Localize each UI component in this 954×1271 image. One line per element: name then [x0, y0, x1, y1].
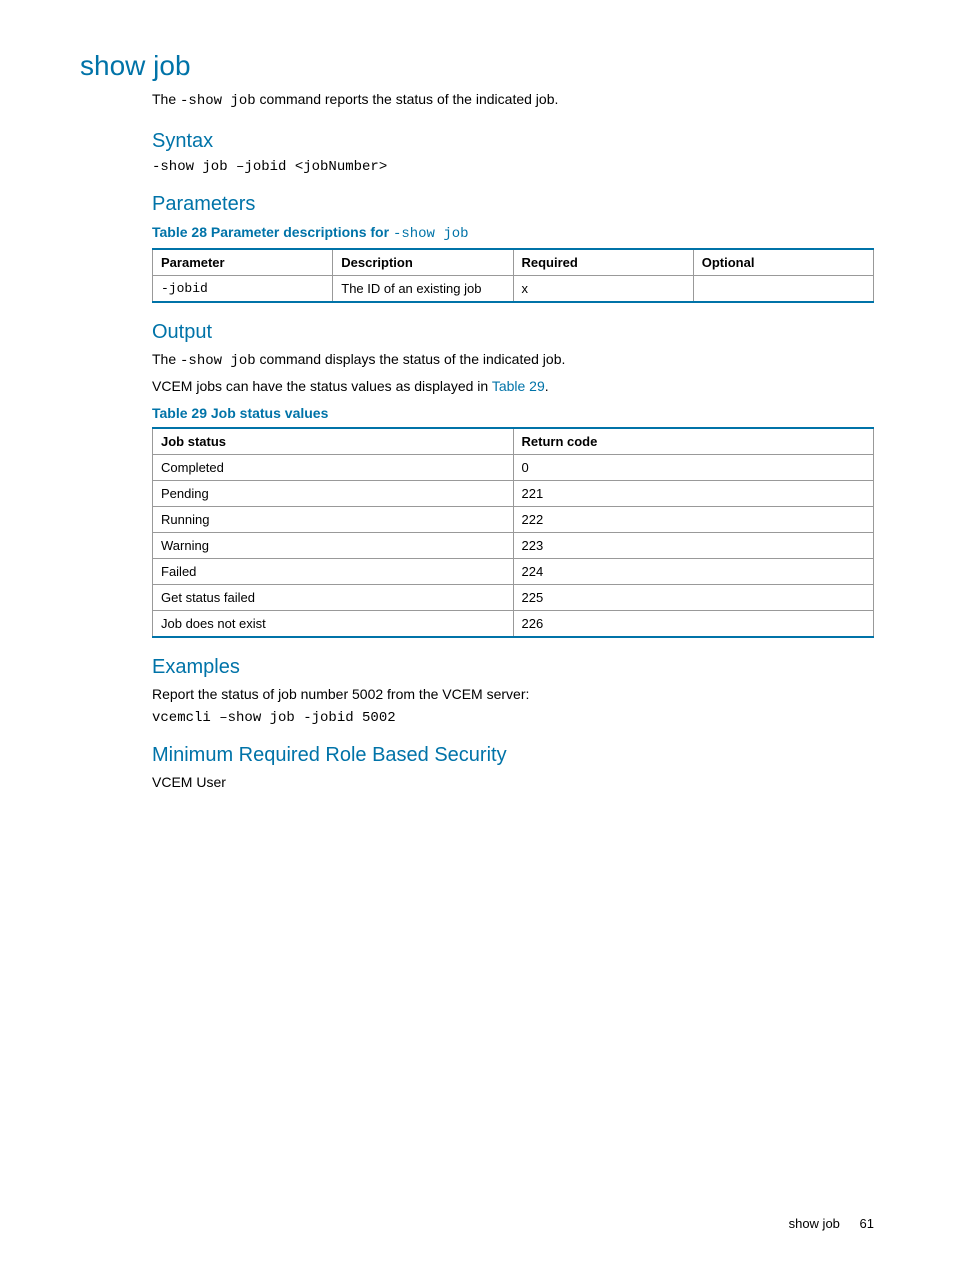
parameters-table: Parameter Description Required Optional …	[152, 248, 874, 303]
cell-req: x	[513, 275, 693, 302]
table-row: Warning 223	[153, 532, 874, 558]
cell-status: Job does not exist	[153, 610, 514, 637]
table28-title-lead: Table 28 Parameter descriptions for	[152, 224, 393, 240]
table-row: Completed 0	[153, 454, 874, 480]
output-line2-link[interactable]: Table 29	[492, 378, 545, 394]
syntax-heading: Syntax	[152, 130, 874, 153]
table-row: Pending 221	[153, 480, 874, 506]
table28-title: Table 28 Parameter descriptions for -sho…	[152, 224, 874, 242]
examples-line: Report the status of job number 5002 fro…	[152, 685, 874, 705]
table-header-row: Job status Return code	[153, 428, 874, 455]
intro-paragraph: The -show job command reports the status…	[152, 90, 874, 112]
output-line2-post: .	[545, 378, 549, 394]
cell-status: Warning	[153, 532, 514, 558]
table-row: Get status failed 225	[153, 584, 874, 610]
intro-post: command reports the status of the indica…	[256, 91, 559, 107]
output-line1-pre: The	[152, 351, 180, 367]
cell-code: 221	[513, 480, 874, 506]
col-code: Return code	[513, 428, 874, 455]
page-footer: show job 61	[789, 1216, 874, 1231]
intro-cmd: -show job	[180, 93, 256, 109]
footer-page-number: 61	[860, 1216, 874, 1231]
cell-status: Pending	[153, 480, 514, 506]
cell-status: Get status failed	[153, 584, 514, 610]
cell-desc: The ID of an existing job	[333, 275, 513, 302]
cell-code: 224	[513, 558, 874, 584]
output-heading: Output	[152, 321, 874, 344]
cell-code: 222	[513, 506, 874, 532]
parameters-heading: Parameters	[152, 193, 874, 216]
output-line2-pre: VCEM jobs can have the status values as …	[152, 378, 492, 394]
cell-status: Completed	[153, 454, 514, 480]
cell-code: 0	[513, 454, 874, 480]
output-line1-cmd: -show job	[180, 353, 256, 369]
table-row: Failed 224	[153, 558, 874, 584]
cell-opt	[693, 275, 873, 302]
cell-status: Failed	[153, 558, 514, 584]
intro-pre: The	[152, 91, 180, 107]
cell-code: 223	[513, 532, 874, 558]
output-line1-post: command displays the status of the indic…	[256, 351, 566, 367]
cell-status: Running	[153, 506, 514, 532]
cell-code: 225	[513, 584, 874, 610]
table-row: Job does not exist 226	[153, 610, 874, 637]
status-table: Job status Return code Completed 0 Pendi…	[152, 427, 874, 638]
table-row: Running 222	[153, 506, 874, 532]
table-row: -jobid The ID of an existing job x	[153, 275, 874, 302]
page-title: show job	[80, 50, 874, 82]
col-required: Required	[513, 249, 693, 276]
security-line: VCEM User	[152, 773, 874, 793]
examples-code: vcemcli –show job -jobid 5002	[152, 710, 874, 726]
footer-label: show job	[789, 1216, 840, 1231]
table28-title-cmd: -show job	[393, 226, 469, 242]
examples-heading: Examples	[152, 656, 874, 679]
syntax-code: -show job –jobid <jobNumber>	[152, 159, 874, 175]
col-parameter: Parameter	[153, 249, 333, 276]
table29-title: Table 29 Job status values	[152, 405, 874, 421]
col-optional: Optional	[693, 249, 873, 276]
security-heading: Minimum Required Role Based Security	[152, 744, 874, 767]
cell-param: -jobid	[153, 275, 333, 302]
col-description: Description	[333, 249, 513, 276]
cell-code: 226	[513, 610, 874, 637]
output-line1: The -show job command displays the statu…	[152, 350, 874, 372]
table-header-row: Parameter Description Required Optional	[153, 249, 874, 276]
col-status: Job status	[153, 428, 514, 455]
output-line2: VCEM jobs can have the status values as …	[152, 377, 874, 397]
